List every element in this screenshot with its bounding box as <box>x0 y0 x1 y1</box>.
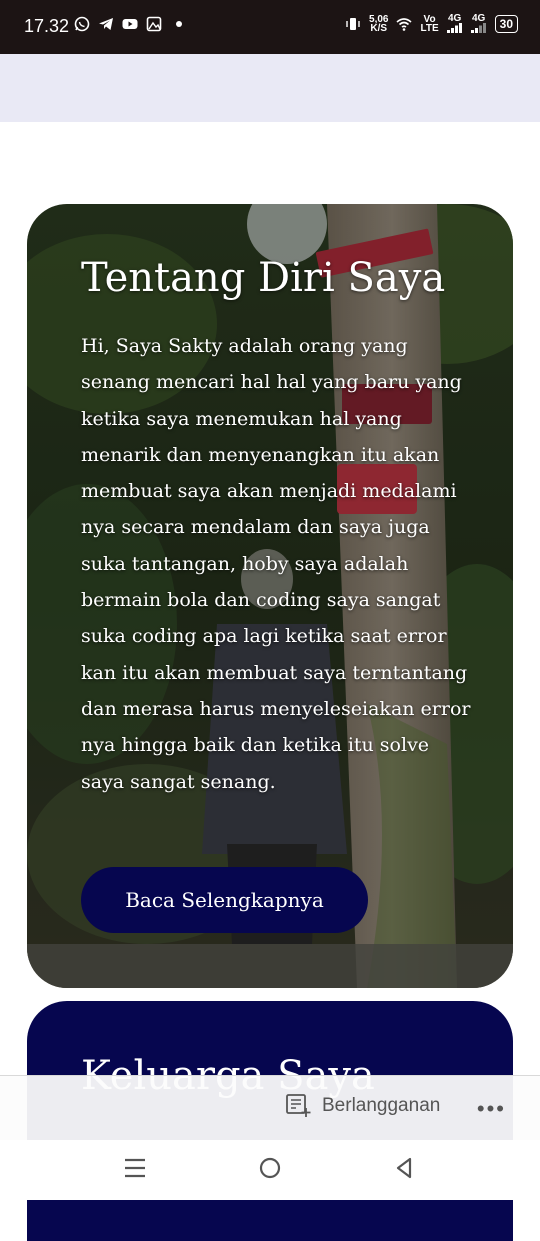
signal-1-label: 4G <box>447 13 462 24</box>
wifi-icon <box>396 17 413 31</box>
youtube-icon <box>122 19 138 29</box>
home-icon[interactable] <box>258 1156 282 1180</box>
volte-bottom: LTE <box>420 22 439 34</box>
status-time: 17.32 <box>24 16 70 36</box>
battery-icon: 30 <box>494 14 518 33</box>
signal-2-label: 4G <box>471 13 486 24</box>
about-card: Tentang Diri Saya Hi, Saya Sakty adalah … <box>27 204 513 988</box>
signal-1: 4G <box>446 13 463 33</box>
status-dot <box>176 21 182 27</box>
system-icons: 5,06 K/S Vo LTE 4G 4G 30 <box>345 14 518 33</box>
more-options-button[interactable]: ••• <box>477 1096 506 1122</box>
subscribe-bar: Berlangganan ••• <box>0 1075 540 1141</box>
volte-indicator: Vo LTE <box>420 14 439 34</box>
about-body: Hi, Saya Sakty adalah orang yang senang … <box>81 335 471 793</box>
telegram-icon <box>99 18 113 30</box>
browser-top-band <box>0 54 540 122</box>
subscribe-icon <box>286 1094 311 1117</box>
status-bar: 17.32 5,06 K/S Vo LTE 4G 4G 30 <box>0 0 540 54</box>
gallery-icon <box>146 16 162 32</box>
navigation-bar <box>0 1140 540 1200</box>
back-icon[interactable] <box>394 1156 414 1180</box>
signal-icon <box>470 23 486 33</box>
subscribe-label: Berlangganan <box>322 1095 441 1116</box>
about-title: Tentang Diri Saya <box>81 255 446 301</box>
vibrate-icon <box>346 17 360 30</box>
signal-icon <box>446 23 462 33</box>
menu-icon[interactable] <box>124 1156 146 1180</box>
network-speed: 5,06 K/S <box>369 14 388 34</box>
about-content: Tentang Diri Saya Hi, Saya Sakty adalah … <box>81 252 471 800</box>
speed-unit: K/S <box>370 22 388 34</box>
signal-2: 4G <box>470 13 487 33</box>
whatsapp-icon <box>74 16 90 32</box>
read-more-button[interactable]: Baca Selengkapnya <box>81 867 368 933</box>
subscribe-button[interactable]: Berlangganan <box>286 1094 440 1118</box>
notification-icons <box>74 16 182 32</box>
